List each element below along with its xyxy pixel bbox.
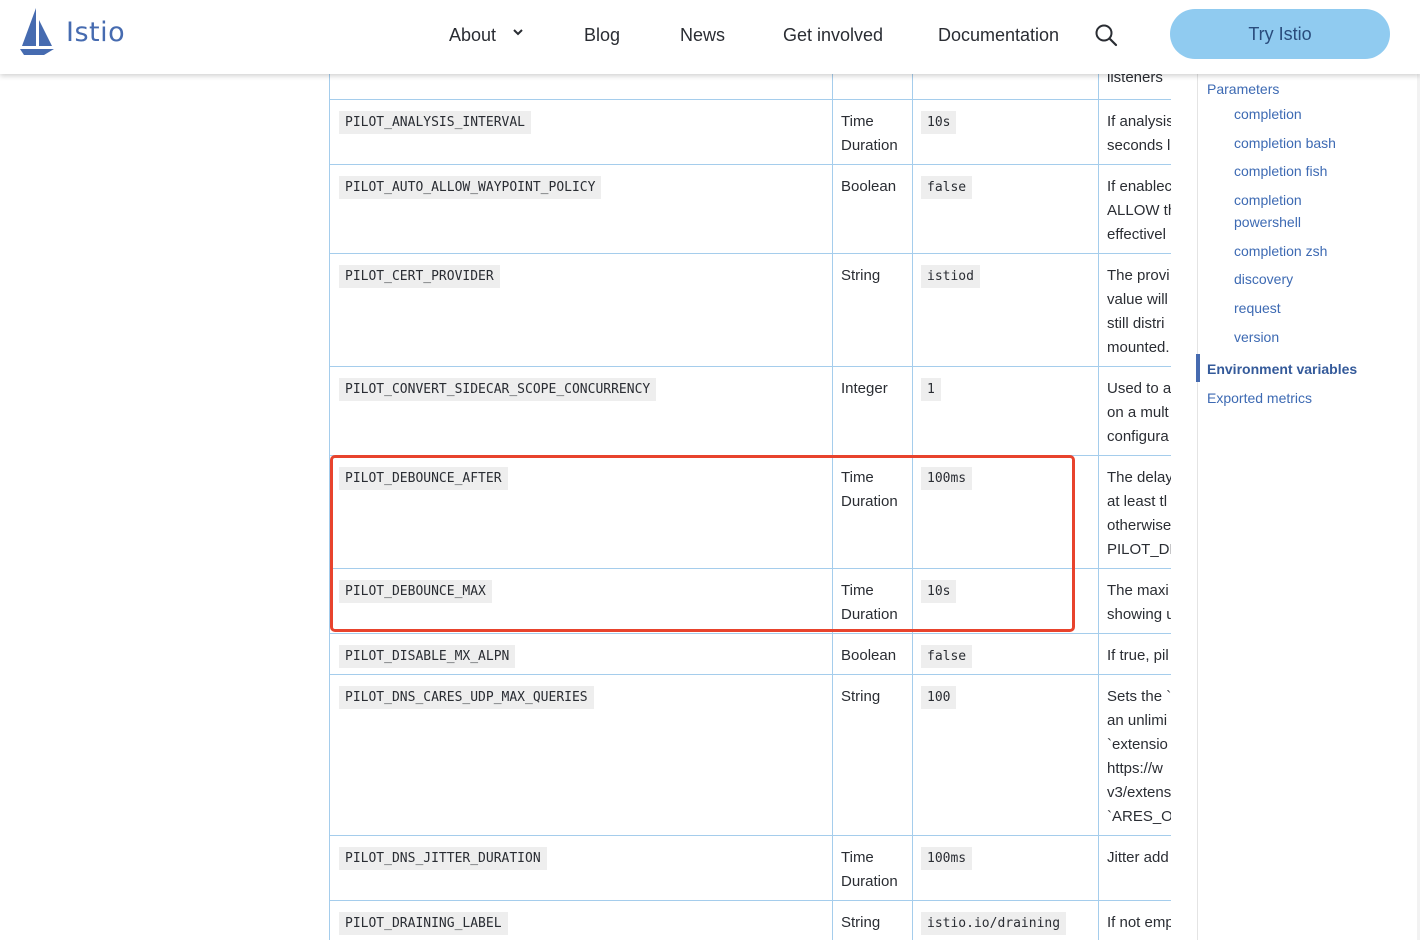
variable-name: PILOT_DEBOUNCE_MAX bbox=[339, 580, 492, 603]
table-row: PILOT_DRAINING_LABEL String istio.io/dra… bbox=[329, 901, 1171, 940]
toc-item-environment-variables[interactable]: Environment variables bbox=[1207, 358, 1357, 380]
table-row: PILOT_CONVERT_SIDECAR_SCOPE_CONCURRENCY … bbox=[329, 367, 1171, 456]
variable-description: The maxi showing u bbox=[1107, 582, 1171, 623]
table-row: PILOT_DEBOUNCE_AFTER Time Duration 100ms … bbox=[329, 456, 1171, 569]
toc-item-completion[interactable]: completion bbox=[1234, 103, 1302, 125]
toc-item-completion-powershell[interactable]: completion bbox=[1234, 189, 1302, 211]
variable-type: String bbox=[841, 267, 881, 284]
variable-type: Time Duration bbox=[841, 469, 898, 510]
table-row: PILOT_ANALYSIS_INTERVAL Time Duration 10s… bbox=[329, 100, 1171, 165]
toc-item-request[interactable]: request bbox=[1234, 297, 1281, 319]
toc-item-discovery[interactable]: discovery bbox=[1234, 268, 1293, 290]
variable-name: PILOT_DRAINING_LABEL bbox=[339, 912, 508, 935]
variable-type: Time Duration bbox=[841, 849, 898, 890]
variable-type: Time Duration bbox=[841, 113, 898, 154]
variable-type: String bbox=[841, 688, 881, 705]
nav-documentation[interactable]: Documentation bbox=[938, 25, 1059, 46]
variable-type: Boolean bbox=[841, 647, 897, 664]
table-row: PILOT_DISABLE_MX_ALPN Boolean false If t… bbox=[329, 634, 1171, 675]
variable-default: 100ms bbox=[921, 467, 973, 490]
nav-about[interactable]: About bbox=[449, 25, 496, 46]
nav-news[interactable]: News bbox=[680, 25, 725, 46]
nav-blog[interactable]: Blog bbox=[584, 25, 620, 46]
variable-type: Time Duration bbox=[841, 582, 898, 623]
variable-name: PILOT_DNS_JITTER_DURATION bbox=[339, 847, 547, 870]
variable-description: If analysis seconds l bbox=[1107, 113, 1171, 154]
toc-active-indicator bbox=[1196, 354, 1200, 382]
toc-item-version[interactable]: version bbox=[1234, 326, 1279, 348]
table-row: PILOT_DNS_CARES_UDP_MAX_QUERIES String 1… bbox=[329, 675, 1171, 836]
variable-type: Integer bbox=[841, 380, 888, 397]
variable-name: PILOT_CONVERT_SIDECAR_SCOPE_CONCURRENCY bbox=[339, 378, 657, 401]
sail-logo-icon bbox=[20, 8, 54, 55]
search-icon[interactable] bbox=[1094, 23, 1118, 47]
variable-description: listeners bbox=[1107, 74, 1163, 86]
variable-default: 100 bbox=[921, 686, 957, 709]
table-row: PILOT_CERT_PROVIDER String istiod The pr… bbox=[329, 254, 1171, 367]
variable-name: PILOT_ANALYSIS_INTERVAL bbox=[339, 111, 532, 134]
variable-name: PILOT_DNS_CARES_UDP_MAX_QUERIES bbox=[339, 686, 594, 709]
variable-default: 10s bbox=[921, 580, 957, 603]
toc-item-completion-fish[interactable]: completion fish bbox=[1234, 160, 1327, 182]
variable-name: PILOT_DISABLE_MX_ALPN bbox=[339, 645, 516, 668]
env-variables-table: listeners PILOT_ANALYSIS_INTERVAL Time Du… bbox=[329, 74, 1171, 940]
toc-item-parameters[interactable]: Parameters bbox=[1207, 78, 1279, 100]
variable-description: The delayat least tlotherwisePILOT_DE bbox=[1107, 469, 1171, 558]
variable-description: Jitter add bbox=[1107, 849, 1169, 866]
variable-default: false bbox=[921, 176, 973, 199]
table-row: PILOT_AUTO_ALLOW_WAYPOINT_POLICY Boolean… bbox=[329, 165, 1171, 254]
variable-description: If not emp bbox=[1107, 914, 1171, 931]
variable-type: String bbox=[841, 914, 881, 931]
toc-divider bbox=[1197, 74, 1198, 940]
variable-default: 100ms bbox=[921, 847, 973, 870]
variable-name: PILOT_DEBOUNCE_AFTER bbox=[339, 467, 508, 490]
chevron-down-icon[interactable] bbox=[512, 27, 524, 37]
try-istio-button[interactable]: Try Istio bbox=[1170, 9, 1390, 59]
variable-default: istiod bbox=[921, 265, 980, 288]
variable-default: istio.io/draining bbox=[921, 912, 1067, 935]
variable-default: 10s bbox=[921, 111, 957, 134]
toc-item-completion-powershell-cont[interactable]: powershell bbox=[1234, 211, 1301, 233]
variable-name: PILOT_AUTO_ALLOW_WAYPOINT_POLICY bbox=[339, 176, 602, 199]
table-row: listeners bbox=[329, 74, 1171, 100]
variable-default: 1 bbox=[921, 378, 941, 401]
toc-item-exported-metrics[interactable]: Exported metrics bbox=[1207, 387, 1312, 409]
toc-item-completion-bash[interactable]: completion bash bbox=[1234, 132, 1336, 154]
variable-description: Sets the ` an unlimi `extensio https://w v3/… bbox=[1107, 688, 1171, 825]
nav-get-involved[interactable]: Get involved bbox=[783, 25, 883, 46]
table-row: PILOT_DEBOUNCE_MAX Time Duration 10s The … bbox=[329, 569, 1171, 634]
variable-description: The provi value will still distri mounted. bbox=[1107, 267, 1170, 356]
table-row: PILOT_DNS_JITTER_DURATION Time Duration 1… bbox=[329, 836, 1171, 901]
variable-type: Boolean bbox=[841, 178, 897, 195]
variable-description: Used to a on a mult configura bbox=[1107, 380, 1171, 445]
variable-description: If true, pil bbox=[1107, 647, 1169, 664]
variable-name: PILOT_CERT_PROVIDER bbox=[339, 265, 500, 288]
variable-default: false bbox=[921, 645, 973, 668]
site-header: Istio About Blog News Get involved Docum… bbox=[0, 0, 1420, 74]
toc-item-completion-zsh[interactable]: completion zsh bbox=[1234, 240, 1327, 262]
variable-description: If enablec ALLOW th effectivel bbox=[1107, 178, 1171, 243]
istio-logo[interactable]: Istio bbox=[20, 8, 125, 56]
brand-name: Istio bbox=[66, 16, 126, 48]
